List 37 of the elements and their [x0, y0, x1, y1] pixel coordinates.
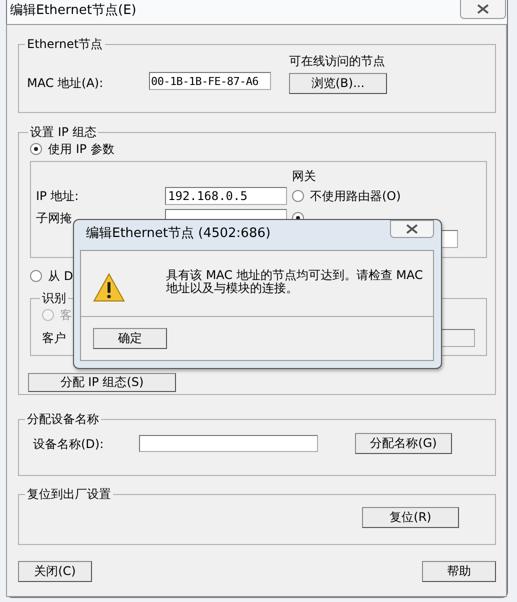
field-label: 子网掩	[36, 210, 73, 226]
close-dialog-button[interactable]: 关闭(C)	[18, 561, 92, 582]
group-title: Ethernet节点	[26, 36, 104, 53]
device-name-field[interactable]	[139, 435, 318, 452]
group-title: 分配设备名称	[26, 411, 100, 428]
radio-label: 从 D	[48, 268, 74, 284]
assign-ip-button[interactable]: 分配 IP 组态(S)	[28, 373, 176, 392]
reset-button[interactable]: 复位(R)	[362, 507, 459, 528]
field-label: 设备名称(D):	[33, 436, 105, 452]
message-text: 具有该 MAC 地址的节点均可达到。请检查 MAC 地址以及与模块的连接。	[166, 269, 424, 297]
assign-name-button[interactable]: 分配名称(G)	[355, 433, 452, 454]
dialog-title: 编辑Ethernet节点 (4502:686)	[85, 225, 272, 243]
group-title: 识别	[41, 290, 67, 307]
group-title: 复位到出厂设置	[26, 486, 112, 503]
ok-button[interactable]: 确定	[93, 328, 167, 349]
warning-icon	[93, 273, 125, 302]
field-label: IP 地址:	[36, 188, 80, 204]
field-label: 客户	[42, 330, 66, 346]
radio-button[interactable]	[292, 190, 304, 202]
window-title: 编辑Ethernet节点(E)	[10, 3, 136, 19]
close-icon	[406, 224, 418, 234]
help-button[interactable]: 帮助	[422, 561, 496, 582]
radio-label: 使用 IP 参数	[48, 140, 114, 158]
group-title: 设置 IP 组态	[29, 124, 98, 141]
radio-label: 不使用路由器(O)	[310, 188, 401, 204]
field-label: 可在线访问的节点	[289, 53, 386, 69]
close-button[interactable]	[390, 220, 434, 238]
radio-button[interactable]	[30, 270, 42, 282]
field-label: MAC 地址(A):	[27, 75, 104, 91]
ip-address-field[interactable]: 192.168.0.5	[165, 187, 287, 205]
close-button[interactable]	[460, 0, 506, 19]
field-label: 网关	[292, 168, 317, 184]
mac-address-field[interactable]: 00-1B-1B-FE-87-A6	[149, 72, 271, 90]
radio-label: 客	[60, 306, 72, 324]
close-icon	[477, 4, 489, 14]
radio-button[interactable]	[30, 143, 42, 155]
browse-button[interactable]: 浏览(B)...	[289, 73, 387, 94]
